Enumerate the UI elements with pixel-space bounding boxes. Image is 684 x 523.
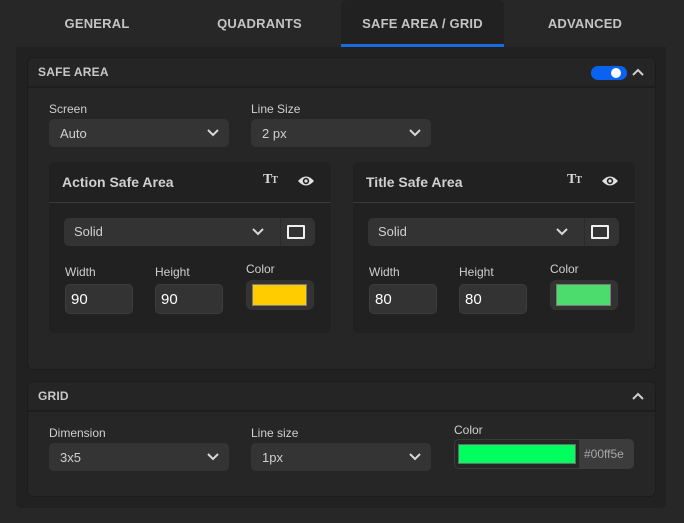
safe-area-header[interactable]: SAFE AREA — [28, 58, 655, 88]
dimension-value: 3x5 — [60, 449, 81, 465]
swatch-wrap — [454, 439, 580, 469]
color-swatch — [458, 444, 576, 464]
color-swatch — [252, 284, 307, 306]
eye-icon[interactable] — [601, 174, 619, 188]
grid-line-size-label: Line size — [251, 426, 299, 440]
color-picker[interactable] — [246, 280, 314, 310]
line-style-value: Solid — [378, 224, 407, 239]
grid-color-label: Color — [454, 423, 483, 437]
width-label: Width — [65, 265, 96, 279]
dimension-select[interactable]: 3x5 — [49, 443, 229, 471]
action-safe-area-card: Action Safe Area TT Solid Width 90 Heigh… — [49, 162, 331, 333]
line-size-label: Line Size — [251, 102, 301, 116]
line-size-select[interactable]: 2 px — [251, 119, 431, 147]
rectangle-icon[interactable] — [287, 225, 305, 239]
grid-header[interactable]: GRID — [28, 382, 655, 412]
width-label: Width — [369, 265, 400, 279]
chevron-down-icon — [252, 228, 264, 236]
chevron-down-icon — [207, 453, 219, 461]
card-header: Title Safe Area TT — [353, 162, 635, 203]
color-swatch — [556, 284, 611, 306]
grid-color-picker[interactable]: #00ff5e — [454, 439, 634, 469]
line-size-value: 2 px — [262, 125, 287, 141]
height-input[interactable]: 80 — [459, 284, 527, 314]
screen-value: Auto — [60, 125, 87, 141]
card-header: Action Safe Area TT — [49, 162, 331, 203]
chevron-down-icon — [409, 129, 421, 137]
grid-line-size-value: 1px — [262, 449, 283, 465]
color-picker[interactable] — [550, 280, 618, 310]
card-title: Title Safe Area — [366, 174, 463, 190]
section-title: GRID — [38, 389, 69, 403]
chevron-up-icon[interactable] — [631, 389, 645, 403]
section-title: SAFE AREA — [38, 65, 109, 79]
chevron-down-icon — [409, 453, 421, 461]
chevron-up-icon[interactable] — [631, 65, 645, 79]
tab-safe-area-grid[interactable]: SAFE AREA / GRID — [341, 0, 504, 47]
tab-general[interactable]: GENERAL — [16, 0, 178, 47]
screen-select[interactable]: Auto — [49, 119, 229, 147]
height-input[interactable]: 90 — [155, 284, 223, 314]
chevron-down-icon — [556, 228, 568, 236]
text-size-icon[interactable]: TT — [263, 172, 278, 188]
tab-quadrants[interactable]: QUADRANTS — [178, 0, 341, 47]
height-label: Height — [155, 265, 190, 279]
line-style-select[interactable]: Solid — [368, 218, 619, 246]
color-hex-value: #00ff5e — [584, 447, 624, 461]
height-label: Height — [459, 265, 494, 279]
toggle-knob — [611, 68, 621, 78]
text-size-icon[interactable]: TT — [567, 172, 582, 188]
line-style-select[interactable]: Solid — [64, 218, 315, 246]
screen-label: Screen — [49, 102, 88, 116]
color-label: Color — [550, 262, 579, 276]
card-title: Action Safe Area — [62, 174, 174, 190]
eye-icon[interactable] — [297, 174, 315, 188]
color-label: Color — [246, 262, 275, 276]
chevron-down-icon — [207, 129, 219, 137]
title-safe-area-card: Title Safe Area TT Solid Width 80 Height… — [353, 162, 635, 333]
tab-advanced[interactable]: ADVANCED — [504, 0, 666, 47]
safe-area-toggle[interactable] — [591, 66, 627, 80]
width-input[interactable]: 90 — [65, 284, 133, 314]
divider — [280, 218, 281, 246]
dimension-label: Dimension — [49, 426, 106, 440]
rectangle-icon[interactable] — [591, 225, 609, 239]
tab-bar: GENERAL QUADRANTS SAFE AREA / GRID ADVAN… — [0, 0, 684, 47]
divider — [584, 218, 585, 246]
line-style-value: Solid — [74, 224, 103, 239]
grid-line-size-select[interactable]: 1px — [251, 443, 431, 471]
width-input[interactable]: 80 — [369, 284, 437, 314]
